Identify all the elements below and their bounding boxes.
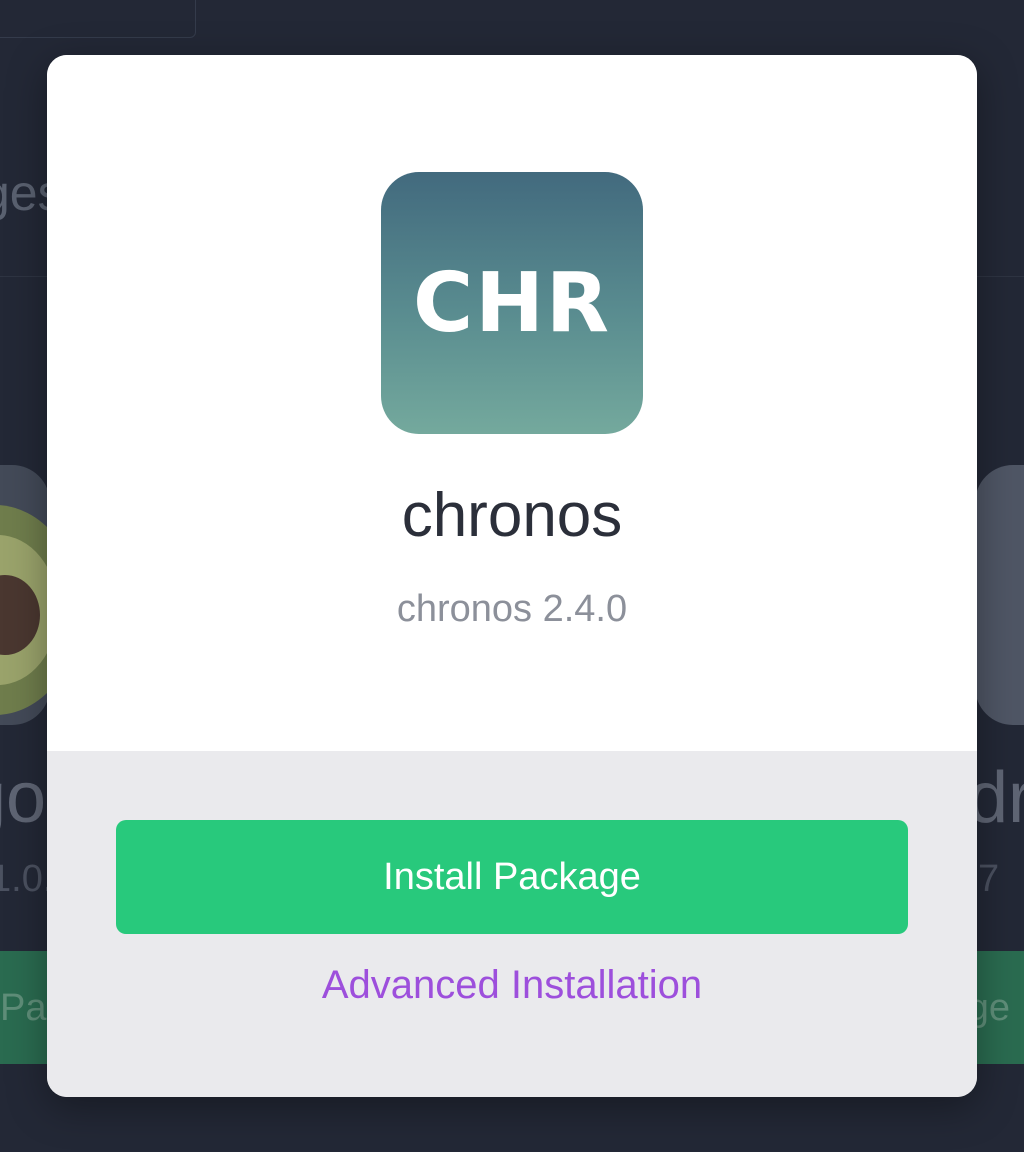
background-search-box xyxy=(0,0,196,38)
install-package-button[interactable]: Install Package xyxy=(116,820,908,934)
advanced-installation-link[interactable]: Advanced Installation xyxy=(47,965,977,1005)
background-package-name-left: go xyxy=(0,758,47,838)
modal-footer: Install Package Advanced Installation xyxy=(47,751,977,1097)
modal-header: CHR chronos chronos 2.4.0 xyxy=(47,55,977,751)
background-install-button-left-label: Pa xyxy=(0,987,47,1029)
app-version: chronos 2.4.0 xyxy=(396,588,628,630)
app-icon-text: CHR xyxy=(413,256,611,351)
app-icon: CHR xyxy=(381,172,643,434)
background-package-card-right xyxy=(975,465,1024,725)
app-name: chronos xyxy=(401,481,623,550)
background-package-version-right: 7 xyxy=(978,858,1000,900)
background-package-card-left xyxy=(0,465,50,725)
install-modal: CHR chronos chronos 2.4.0 Install Packag… xyxy=(47,55,977,1097)
